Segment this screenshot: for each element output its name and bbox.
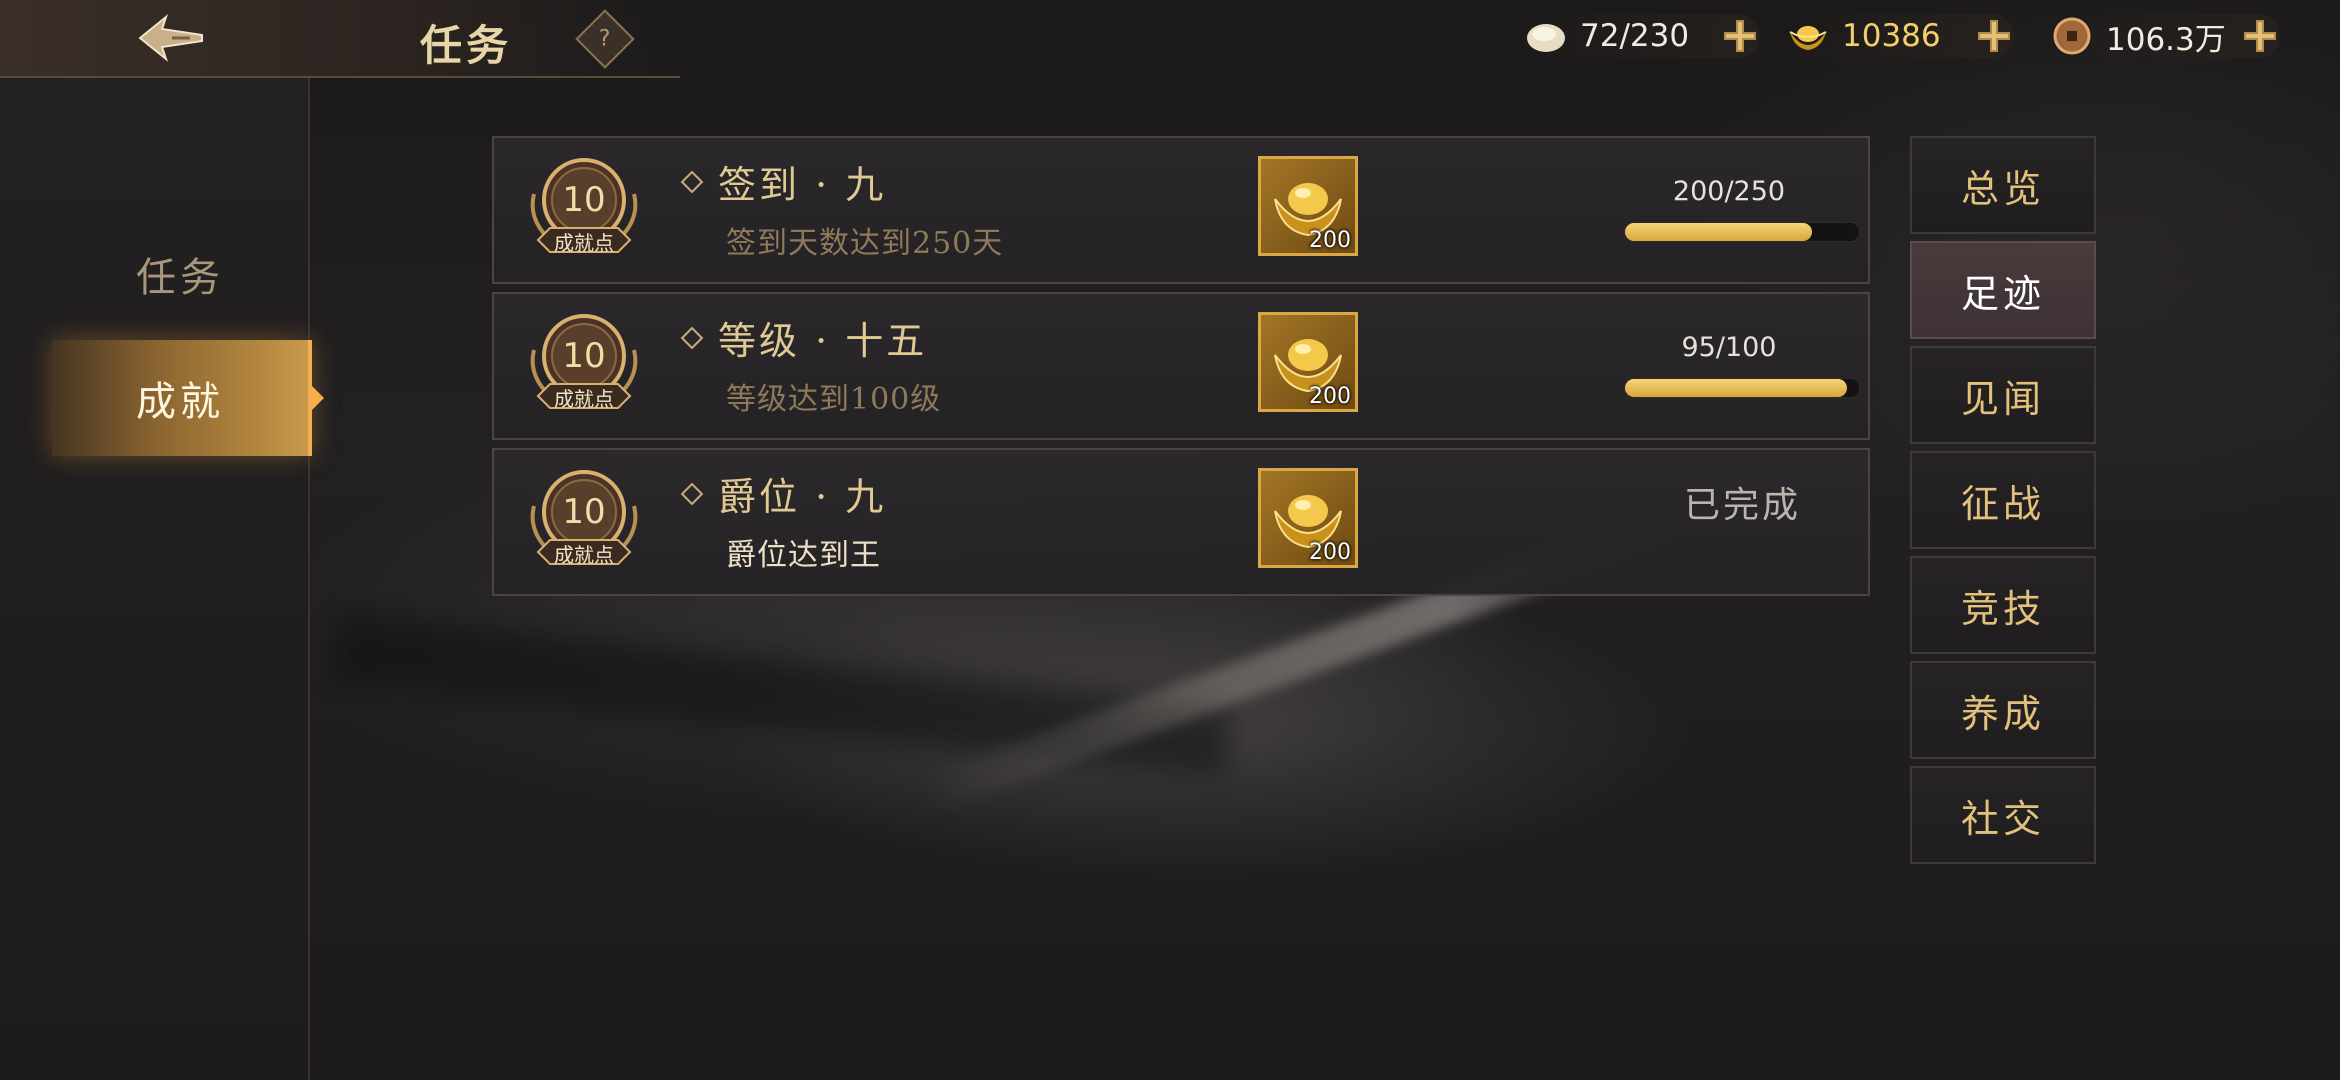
food-bun-icon — [1524, 14, 1568, 58]
achievement-description: 签到天数达到250天 — [726, 226, 1004, 261]
copper-coin-icon — [2050, 14, 2094, 58]
points-value: 10 — [562, 492, 606, 532]
add-coin-button[interactable] — [2240, 16, 2280, 56]
achievement-row: 10 成就点 爵位 · 九 爵位达到王 200 已完成 — [492, 448, 1870, 596]
plus-icon — [1978, 20, 2010, 52]
category-arena[interactable]: 竞技 — [1910, 556, 2096, 654]
category-growth[interactable]: 养成 — [1910, 661, 2096, 759]
category-overview[interactable]: 总览 — [1910, 136, 2096, 234]
reward-item[interactable]: 200 — [1258, 156, 1358, 256]
gold-ingot-icon — [1786, 14, 1830, 58]
points-label: 成就点 — [554, 542, 614, 567]
diamond-bullet-icon — [680, 482, 704, 505]
points-label: 成就点 — [554, 386, 614, 411]
achievement-row: 10 成就点 等级 · 十五 等级达到100级 200 95/100 — [492, 292, 1870, 440]
reward-quantity: 200 — [1309, 228, 1351, 253]
achievement-title-text: 等级 · 十五 — [718, 319, 928, 363]
stamina-resource: 72/230 — [1524, 14, 1760, 58]
points-value: 10 — [562, 180, 606, 220]
achievement-points-medal: 10 成就点 — [524, 310, 644, 422]
help-button[interactable]: ? — [575, 9, 635, 69]
achievement-description: 爵位达到王 — [726, 538, 881, 573]
plus-icon — [2244, 20, 2276, 52]
category-social[interactable]: 社交 — [1910, 766, 2096, 864]
achievement-description: 等级达到100级 — [726, 382, 942, 417]
achievement-title: 爵位 · 九 — [680, 466, 887, 521]
tab-tasks[interactable]: 任务 — [52, 218, 308, 330]
add-stamina-button[interactable] — [1720, 16, 1760, 56]
achievement-title-text: 签到 · 九 — [718, 163, 887, 207]
top-bar: 任务 ? — [0, 0, 680, 78]
left-sidebar: 任务 成就 — [0, 78, 324, 1080]
completed-status: 已完成 — [1684, 485, 1802, 526]
category-campaign[interactable]: 征战 — [1910, 451, 2096, 549]
achievement-title: 签到 · 九 — [680, 154, 887, 209]
achievement-points-medal: 10 成就点 — [524, 154, 644, 266]
diamond-bullet-icon — [680, 170, 704, 193]
reward-item[interactable]: 200 — [1258, 312, 1358, 412]
back-arrow-icon — [138, 14, 203, 62]
coin-resource: 106.3万 — [2050, 14, 2280, 58]
progress-text: 95/100 — [1681, 332, 1777, 363]
progress-bar — [1624, 378, 1860, 398]
gold-resource: 10386 — [1786, 14, 2014, 58]
add-gold-button[interactable] — [1974, 16, 2014, 56]
plus-icon — [1724, 20, 1756, 52]
category-insight[interactable]: 见闻 — [1910, 346, 2096, 444]
gold-value: 10386 — [1842, 18, 1941, 54]
achievement-title-text: 爵位 · 九 — [718, 475, 887, 519]
progress-text: 200/250 — [1672, 176, 1786, 207]
tab-achievements[interactable]: 成就 — [52, 340, 324, 456]
question-icon: ? — [599, 26, 611, 52]
back-button[interactable] — [130, 10, 210, 66]
progress-fill — [1625, 379, 1848, 397]
coin-value: 106.3万 — [2106, 21, 2226, 58]
achievement-row: 10 成就点 签到 · 九 签到天数达到250天 200 200/250 — [492, 136, 1870, 284]
category-footprint[interactable]: 足迹 — [1910, 241, 2096, 339]
points-value: 10 — [562, 336, 606, 376]
reward-item[interactable]: 200 — [1258, 468, 1358, 568]
stamina-value: 72/230 — [1580, 18, 1690, 54]
progress-fill — [1625, 223, 1813, 241]
achievement-title: 等级 · 十五 — [680, 310, 928, 365]
diamond-bullet-icon — [680, 326, 704, 349]
progress-bar — [1624, 222, 1860, 242]
reward-quantity: 200 — [1309, 540, 1351, 565]
points-label: 成就点 — [554, 230, 614, 255]
reward-quantity: 200 — [1309, 384, 1351, 409]
page-title: 任务 — [420, 21, 513, 70]
achievement-points-medal: 10 成就点 — [524, 466, 644, 578]
